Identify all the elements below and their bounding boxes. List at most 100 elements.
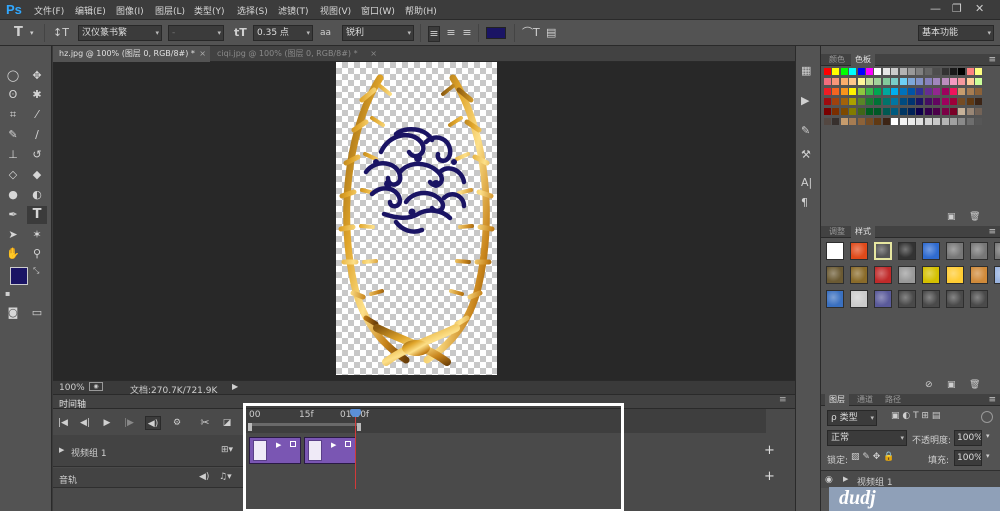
eraser-tool-icon[interactable]: ◇ — [3, 166, 23, 184]
fill-dropdown-icon[interactable]: ▾ — [986, 452, 990, 460]
style-preset[interactable] — [946, 266, 964, 284]
color-swatch[interactable] — [840, 98, 849, 106]
magic-wand-icon[interactable]: ✱ — [27, 86, 47, 104]
style-preset[interactable] — [946, 290, 964, 308]
menu-view[interactable]: 视图(V) — [320, 4, 351, 17]
color-swatch[interactable] — [958, 98, 967, 106]
opacity-dropdown-icon[interactable]: ▾ — [986, 432, 990, 440]
color-swatch[interactable] — [975, 88, 984, 96]
color-swatch[interactable] — [840, 108, 849, 116]
color-swatch[interactable] — [916, 68, 925, 76]
tool-presets-icon[interactable]: ⚒ — [801, 148, 811, 162]
expand-triangle-icon[interactable]: ▶ — [59, 446, 64, 454]
color-swatch[interactable] — [975, 68, 984, 76]
color-swatch[interactable] — [941, 108, 950, 116]
color-swatch[interactable] — [933, 98, 942, 106]
style-preset[interactable] — [826, 290, 844, 308]
color-swatch[interactable] — [933, 108, 942, 116]
track-header-video[interactable]: ▶ 视频组 1 ⊞▾ — [53, 435, 246, 467]
style-preset[interactable] — [970, 266, 988, 284]
style-preset[interactable] — [922, 266, 940, 284]
style-preset[interactable] — [994, 266, 1000, 284]
color-swatch[interactable] — [824, 78, 832, 86]
workspace-select[interactable]: 基本功能 ▾ — [918, 25, 994, 41]
menu-help[interactable]: 帮助(H) — [405, 4, 437, 17]
brush-tool-icon[interactable]: ∕ — [27, 126, 47, 144]
color-swatch[interactable] — [840, 88, 849, 96]
style-preset[interactable] — [850, 266, 868, 284]
color-swatch[interactable] — [941, 98, 950, 106]
style-preset[interactable] — [826, 266, 844, 284]
menu-select[interactable]: 选择(S) — [237, 4, 268, 17]
tab-swatches[interactable]: 色板 — [851, 54, 875, 66]
style-preset[interactable] — [874, 266, 892, 284]
style-preset[interactable] — [970, 290, 988, 308]
tab-hz[interactable]: hz.jpg @ 100% (图层 0, RGB/8#) * × — [53, 46, 210, 62]
color-swatch[interactable] — [975, 98, 984, 106]
proof-icon[interactable]: ◉ — [89, 382, 103, 391]
minimize-icon[interactable]: — — [930, 2, 941, 15]
color-swatch[interactable] — [924, 78, 933, 86]
color-swatch[interactable] — [958, 68, 967, 76]
color-swatch[interactable] — [966, 108, 975, 116]
character-panel-icon[interactable]: ▤ — [546, 26, 556, 40]
color-swatch[interactable] — [874, 108, 883, 116]
color-swatch[interactable] — [891, 118, 900, 126]
tool-preset-chevron-icon[interactable]: ▾ — [30, 26, 34, 40]
color-swatch[interactable] — [916, 108, 925, 116]
menu-file[interactable]: 文件(F) — [34, 4, 64, 17]
color-swatch[interactable] — [891, 98, 900, 106]
zoom-tool-icon[interactable]: ⚲ — [27, 245, 47, 263]
text-color-swatch[interactable] — [486, 27, 506, 39]
color-swatch[interactable] — [882, 108, 891, 116]
layer-filter-select[interactable]: ρ 类型 ▾ — [827, 410, 877, 426]
mute-audio-icon[interactable]: ◀) — [199, 472, 209, 482]
color-swatch[interactable] — [824, 68, 832, 76]
color-swatch[interactable] — [857, 68, 866, 76]
align-left-icon[interactable]: ≡ — [428, 26, 440, 42]
color-swatch[interactable] — [849, 78, 858, 86]
menu-image[interactable]: 图像(I) — [116, 4, 144, 17]
color-swatch[interactable] — [966, 78, 975, 86]
swap-colors-icon[interactable]: ⤡ — [33, 264, 39, 278]
color-swatch[interactable] — [891, 88, 900, 96]
style-preset[interactable] — [898, 266, 916, 284]
style-preset[interactable] — [826, 242, 844, 260]
tab-ciqi[interactable]: ciqi.jpg @ 100% (图层 0, RGB/8#) * × — [211, 46, 381, 62]
color-swatch[interactable] — [866, 108, 874, 116]
color-swatch[interactable] — [899, 108, 908, 116]
color-swatch[interactable] — [832, 68, 841, 76]
color-swatch[interactable] — [849, 118, 858, 126]
color-swatch[interactable] — [832, 108, 841, 116]
status-arrow-icon[interactable]: ▶ — [232, 382, 238, 391]
color-swatch[interactable] — [866, 118, 874, 126]
pen-tool-icon[interactable]: ✒ — [3, 206, 23, 224]
color-swatch[interactable] — [966, 88, 975, 96]
add-audio-icon[interactable]: + — [764, 469, 775, 484]
color-swatch[interactable] — [958, 78, 967, 86]
next-frame-icon[interactable]: |▶ — [121, 416, 137, 430]
style-preset[interactable] — [874, 290, 892, 308]
color-swatch[interactable] — [849, 98, 858, 106]
color-swatch[interactable] — [874, 88, 883, 96]
opacity-input[interactable]: 100% — [954, 430, 982, 446]
close-icon[interactable]: ✕ — [975, 2, 984, 15]
color-swatch[interactable] — [899, 78, 908, 86]
color-swatch[interactable] — [916, 78, 925, 86]
toggle-orientation-icon[interactable]: ↕T — [53, 26, 69, 40]
color-swatch[interactable] — [857, 88, 866, 96]
tab-close-icon[interactable]: × — [370, 46, 377, 62]
color-swatch[interactable] — [857, 98, 866, 106]
fill-input[interactable]: 100% — [954, 450, 982, 466]
color-swatch[interactable] — [832, 118, 841, 126]
new-style-icon[interactable]: ▣ — [947, 380, 956, 390]
menu-edit[interactable]: 编辑(E) — [75, 4, 106, 17]
style-preset[interactable] — [874, 242, 892, 260]
color-swatch[interactable] — [908, 118, 916, 126]
tab-layers[interactable]: 图层 — [825, 394, 849, 406]
delete-swatch-icon[interactable]: 🗑 — [969, 212, 980, 222]
clone-stamp-icon[interactable]: ⊥ — [3, 146, 23, 164]
color-swatch[interactable] — [849, 88, 858, 96]
color-swatch[interactable] — [933, 118, 942, 126]
eyedropper-icon[interactable]: ⁄ — [27, 106, 47, 124]
